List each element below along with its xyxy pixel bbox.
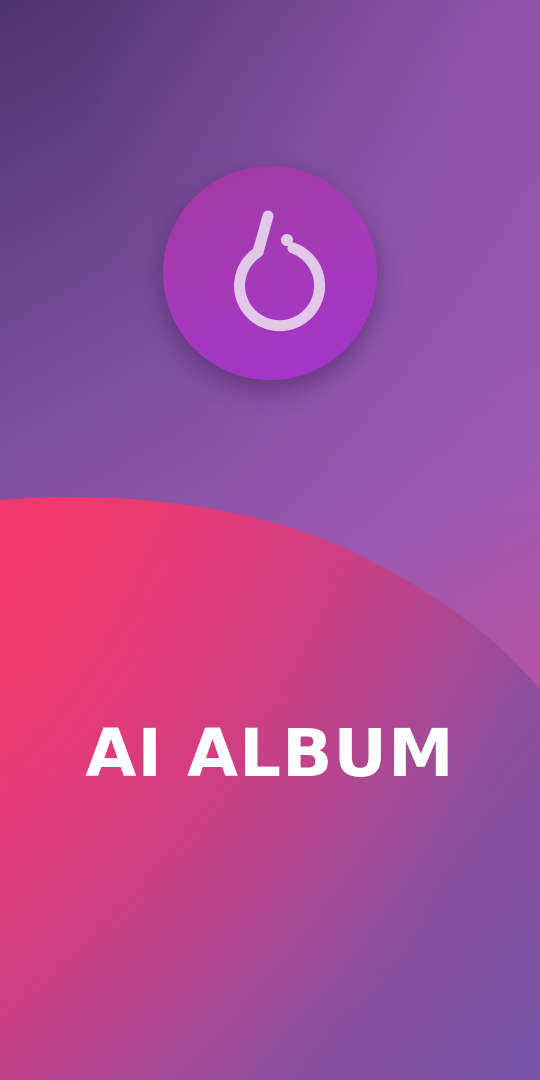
app-title: AI ALBUM bbox=[85, 715, 455, 792]
app-logo bbox=[163, 166, 377, 380]
splash-screen: AI ALBUM bbox=[0, 0, 540, 1080]
background-wave bbox=[0, 497, 540, 1080]
pytorch-flame-icon bbox=[234, 210, 326, 332]
